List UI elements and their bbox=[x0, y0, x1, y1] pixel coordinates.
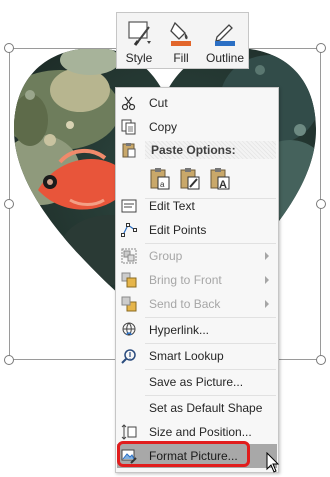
menu-item-label: Save as Picture... bbox=[149, 375, 244, 389]
menu-item-set-default-shape[interactable]: Set as Default Shape bbox=[117, 396, 277, 420]
edit-points-icon bbox=[121, 223, 137, 237]
menu-item-hyperlink[interactable]: Hyperlink... bbox=[117, 318, 277, 342]
menu-item-cut[interactable]: Cut bbox=[117, 91, 277, 115]
submenu-arrow-icon bbox=[265, 252, 269, 260]
style-button[interactable]: Style bbox=[119, 16, 159, 66]
paste-options-row: a A bbox=[117, 162, 277, 196]
paste-use-destination-theme-icon[interactable]: a bbox=[147, 166, 173, 192]
resize-handle-left[interactable] bbox=[4, 199, 14, 209]
menu-item-bring-to-front[interactable]: Bring to Front bbox=[117, 268, 277, 292]
context-menu: Cut Copy Paste Options: a A Edit Text Ed… bbox=[115, 87, 279, 473]
submenu-arrow-icon bbox=[265, 276, 269, 284]
resize-handle-bottom-left[interactable] bbox=[4, 355, 14, 365]
menu-item-label: Bring to Front bbox=[149, 273, 222, 287]
outline-label: Outline bbox=[205, 51, 245, 65]
menu-item-label: Send to Back bbox=[149, 297, 221, 311]
smart-lookup-icon bbox=[121, 349, 136, 364]
fill-button[interactable]: Fill bbox=[161, 16, 201, 66]
annotation-highlight-box bbox=[117, 441, 250, 467]
menu-item-label: Edit Text bbox=[149, 199, 195, 213]
menu-item-send-to-back[interactable]: Send to Back bbox=[117, 292, 277, 316]
resize-handle-bottom-right[interactable] bbox=[316, 355, 326, 365]
mouse-cursor-icon bbox=[266, 452, 280, 473]
fill-bucket-icon bbox=[170, 21, 191, 46]
menu-item-copy[interactable]: Copy bbox=[117, 115, 277, 139]
paste-keep-text-only-icon[interactable]: A bbox=[207, 166, 233, 192]
fill-label: Fill bbox=[173, 51, 189, 65]
resize-handle-top-right[interactable] bbox=[316, 43, 326, 53]
menu-item-label: Hyperlink... bbox=[149, 323, 210, 337]
outline-button[interactable]: Outline bbox=[203, 16, 247, 66]
resize-handle-top-left[interactable] bbox=[4, 43, 14, 53]
copy-icon bbox=[121, 119, 136, 135]
group-icon bbox=[121, 248, 137, 264]
menu-item-label: Cut bbox=[149, 96, 168, 110]
hyperlink-icon bbox=[122, 322, 136, 336]
bring-to-front-icon bbox=[121, 272, 137, 288]
size-position-icon bbox=[121, 424, 137, 440]
edit-text-icon bbox=[121, 199, 137, 213]
send-to-back-icon bbox=[121, 296, 137, 312]
clipboard-icon bbox=[122, 143, 136, 158]
menu-item-label: Group bbox=[149, 249, 183, 263]
menu-item-label: Size and Position... bbox=[149, 425, 252, 439]
mini-toolbar: Style Fill Outline bbox=[116, 12, 249, 69]
outline-pen-icon bbox=[215, 24, 235, 46]
menu-item-label: Set as Default Shape bbox=[149, 401, 263, 415]
menu-item-save-as-picture[interactable]: Save as Picture... bbox=[117, 370, 277, 394]
menu-item-label: Smart Lookup bbox=[149, 349, 224, 363]
paste-keep-source-formatting-icon[interactable] bbox=[177, 166, 203, 192]
paste-options-header: Paste Options: bbox=[117, 139, 277, 161]
menu-item-smart-lookup[interactable]: Smart Lookup bbox=[117, 344, 277, 368]
shape-style-icon bbox=[128, 21, 151, 46]
resize-handle-right[interactable] bbox=[316, 199, 326, 209]
menu-item-group[interactable]: Group bbox=[117, 244, 277, 268]
style-label: Style bbox=[125, 51, 153, 65]
paste-options-label: Paste Options: bbox=[151, 143, 236, 157]
svg-text:A: A bbox=[219, 179, 227, 191]
svg-text:a: a bbox=[160, 180, 165, 189]
menu-item-label: Copy bbox=[149, 120, 178, 134]
menu-item-edit-text[interactable]: Edit Text bbox=[117, 194, 277, 218]
scissors-icon bbox=[121, 96, 136, 111]
menu-item-label: Edit Points bbox=[149, 223, 207, 237]
submenu-arrow-icon bbox=[265, 300, 269, 308]
menu-item-edit-points[interactable]: Edit Points bbox=[117, 218, 277, 242]
